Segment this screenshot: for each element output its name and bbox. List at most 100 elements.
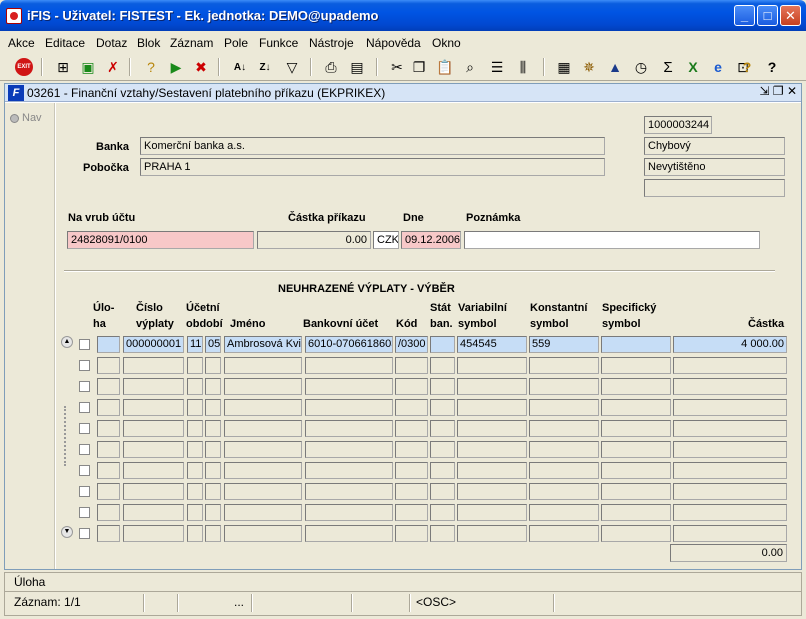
cell-ucet[interactable]	[305, 420, 393, 437]
cell-ss[interactable]	[601, 525, 671, 542]
cell-ucet[interactable]	[305, 357, 393, 374]
mena-field[interactable]: CZK	[373, 231, 399, 249]
status-tisk-field[interactable]: Nevytištěno	[644, 158, 785, 176]
cell-ks[interactable]	[529, 462, 599, 479]
cell-obd1[interactable]: 11	[187, 336, 203, 353]
cell-obd1[interactable]	[187, 525, 203, 542]
menu-funkce[interactable]: Funkce	[259, 36, 298, 50]
cell-ss[interactable]	[601, 357, 671, 374]
cell-stat[interactable]	[430, 378, 455, 395]
cell-cislo[interactable]	[123, 399, 184, 416]
print-icon[interactable]: ⎙	[320, 56, 342, 78]
cell-obd2[interactable]: 05	[205, 336, 221, 353]
row-select-checkbox[interactable]	[79, 528, 90, 539]
cell-castka[interactable]	[673, 357, 787, 374]
cell-ss[interactable]	[601, 336, 671, 353]
cell-ks[interactable]	[529, 420, 599, 437]
cell-jmeno[interactable]	[224, 399, 302, 416]
cell-uloha[interactable]	[97, 441, 120, 458]
cell-cislo[interactable]	[123, 504, 184, 521]
cell-kod[interactable]	[395, 420, 428, 437]
delete-record-icon[interactable]: ✗	[102, 56, 124, 78]
row-select-checkbox[interactable]	[79, 360, 90, 371]
cell-uloha[interactable]	[97, 420, 120, 437]
cell-vs[interactable]	[457, 462, 527, 479]
row-select-checkbox[interactable]	[79, 465, 90, 476]
cell-ks[interactable]	[529, 483, 599, 500]
cell-ucet[interactable]	[305, 378, 393, 395]
cell-ks[interactable]	[529, 357, 599, 374]
cell-vs[interactable]	[457, 399, 527, 416]
cell-jmeno[interactable]	[224, 525, 302, 542]
cell-obd1[interactable]	[187, 483, 203, 500]
cell-vs[interactable]	[457, 525, 527, 542]
cell-vs[interactable]	[457, 357, 527, 374]
menu-nastroje[interactable]: Nástroje	[309, 36, 354, 50]
cell-vs[interactable]	[457, 420, 527, 437]
pobocka-field[interactable]: PRAHA 1	[140, 158, 605, 176]
cell-ss[interactable]	[601, 441, 671, 458]
cell-castka[interactable]	[673, 378, 787, 395]
cell-obd1[interactable]	[187, 399, 203, 416]
shortcut-icon[interactable]: ▲	[604, 56, 626, 78]
list-icon[interactable]: ☰	[486, 56, 508, 78]
cell-cislo[interactable]	[123, 420, 184, 437]
cell-castka[interactable]	[673, 399, 787, 416]
cell-obd1[interactable]	[187, 462, 203, 479]
cell-stat[interactable]	[430, 420, 455, 437]
cell-castka[interactable]	[673, 483, 787, 500]
cell-obd1[interactable]	[187, 420, 203, 437]
row-select-checkbox[interactable]	[79, 486, 90, 497]
cell-jmeno[interactable]	[224, 462, 302, 479]
cell-obd2[interactable]	[205, 420, 221, 437]
calculator-icon[interactable]: ▦	[553, 56, 575, 78]
cell-castka[interactable]	[673, 525, 787, 542]
cell-jmeno[interactable]	[224, 357, 302, 374]
cell-stat[interactable]	[430, 504, 455, 521]
cell-ucet[interactable]	[305, 504, 393, 521]
cell-obd2[interactable]	[205, 357, 221, 374]
cell-ks[interactable]	[529, 525, 599, 542]
cell-uloha[interactable]	[97, 399, 120, 416]
menu-blok[interactable]: Blok	[137, 36, 160, 50]
cell-castka[interactable]	[673, 420, 787, 437]
cell-ks[interactable]	[529, 378, 599, 395]
cell-kod[interactable]	[395, 462, 428, 479]
cell-vs[interactable]	[457, 483, 527, 500]
row-select-checkbox[interactable]	[79, 339, 90, 350]
cell-stat[interactable]	[430, 399, 455, 416]
cell-ucet[interactable]	[305, 483, 393, 500]
cell-castka[interactable]: 4 000.00	[673, 336, 787, 353]
menu-editace[interactable]: Editace	[45, 36, 85, 50]
columns-icon[interactable]: ⫼	[512, 56, 534, 78]
cell-cislo[interactable]	[123, 525, 184, 542]
cell-ucet[interactable]	[305, 399, 393, 416]
cell-stat[interactable]	[430, 441, 455, 458]
cell-uloha[interactable]	[97, 378, 120, 395]
excel-icon[interactable]: X	[682, 56, 704, 78]
row-select-checkbox[interactable]	[79, 444, 90, 455]
cell-cislo[interactable]	[123, 378, 184, 395]
cell-ss[interactable]	[601, 483, 671, 500]
minimize-button[interactable]: _	[734, 5, 755, 26]
cell-stat[interactable]	[430, 336, 455, 353]
filter-icon[interactable]: ▽	[281, 56, 303, 78]
menu-zaznam[interactable]: Záznam	[170, 36, 213, 50]
cell-castka[interactable]	[673, 441, 787, 458]
cell-ucet[interactable]: 6010-0706618603	[305, 336, 393, 353]
cell-ks[interactable]: 559	[529, 336, 599, 353]
cell-obd2[interactable]	[205, 462, 221, 479]
cell-obd1[interactable]	[187, 378, 203, 395]
cell-uloha[interactable]	[97, 357, 120, 374]
sum-icon[interactable]: Σ	[657, 56, 679, 78]
menu-akce[interactable]: Akce	[8, 36, 35, 50]
cell-jmeno[interactable]: Ambrosová Kvi	[224, 336, 302, 353]
status-chybovy-field[interactable]: Chybový	[644, 137, 785, 155]
cell-ucet[interactable]	[305, 525, 393, 542]
copy-icon[interactable]: ❐	[408, 56, 430, 78]
cell-kod[interactable]	[395, 399, 428, 416]
cell-jmeno[interactable]	[224, 504, 302, 521]
cell-kod[interactable]	[395, 357, 428, 374]
form-titlebar[interactable]: F 03261 - Finanční vztahy/Sestavení plat…	[5, 84, 801, 102]
dne-field[interactable]: 09.12.2006	[401, 231, 461, 249]
